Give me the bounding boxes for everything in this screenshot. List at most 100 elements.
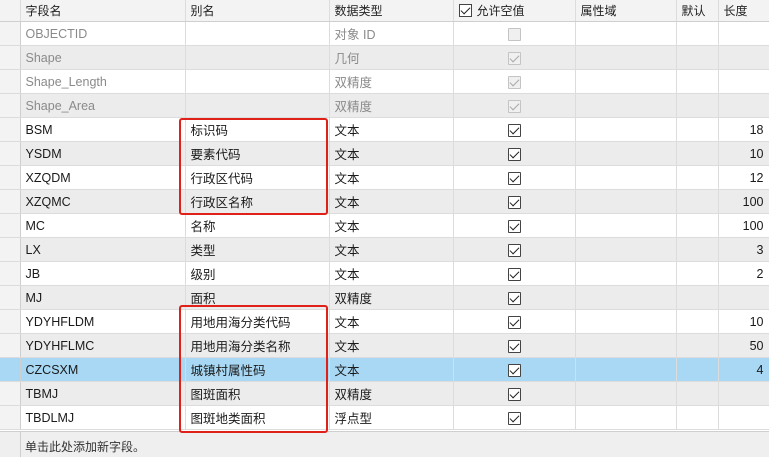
- table-row[interactable]: CZCSXM 城镇村属性码 文本 4: [0, 357, 769, 382]
- allow-null-checkbox[interactable]: [507, 147, 521, 161]
- length-cell[interactable]: 18: [718, 117, 769, 142]
- default-cell[interactable]: [676, 93, 719, 118]
- row-indicator[interactable]: [0, 237, 21, 262]
- data-type-cell[interactable]: 浮点型: [329, 405, 454, 430]
- row-indicator[interactable]: [0, 285, 21, 310]
- domain-cell[interactable]: [575, 237, 677, 262]
- allow-null-cell[interactable]: [453, 189, 576, 214]
- alias-cell[interactable]: 图斑地类面积: [185, 405, 330, 430]
- domain-cell[interactable]: [575, 189, 677, 214]
- allow-null-cell[interactable]: [453, 261, 576, 286]
- field-name-cell[interactable]: Shape_Area: [20, 93, 186, 118]
- allow-null-checkbox[interactable]: [507, 123, 521, 137]
- length-cell[interactable]: [718, 405, 769, 430]
- alias-cell[interactable]: 标识码: [185, 117, 330, 142]
- length-cell[interactable]: 100: [718, 189, 769, 214]
- data-type-cell[interactable]: 文本: [329, 141, 454, 166]
- row-indicator[interactable]: [0, 93, 21, 118]
- data-type-cell[interactable]: 双精度: [329, 93, 454, 118]
- column-header-field-name[interactable]: 字段名: [20, 0, 186, 22]
- table-row[interactable]: BSM 标识码 文本 18: [0, 117, 769, 142]
- domain-cell[interactable]: [575, 285, 677, 310]
- data-type-cell[interactable]: 文本: [329, 309, 454, 334]
- allow-null-checkbox[interactable]: [507, 267, 521, 281]
- default-cell[interactable]: [676, 333, 719, 358]
- field-name-cell[interactable]: JB: [20, 261, 186, 286]
- table-row[interactable]: MC 名称 文本 100: [0, 213, 769, 238]
- length-cell[interactable]: 10: [718, 309, 769, 334]
- allow-null-cell[interactable]: [453, 357, 576, 382]
- default-cell[interactable]: [676, 69, 719, 94]
- allow-null-checkbox[interactable]: [507, 411, 521, 425]
- length-cell[interactable]: [718, 69, 769, 94]
- alias-cell[interactable]: 要素代码: [185, 141, 330, 166]
- allow-null-checkbox[interactable]: [507, 387, 521, 401]
- field-name-cell[interactable]: TBDLMJ: [20, 405, 186, 430]
- row-indicator[interactable]: [0, 141, 21, 166]
- table-row[interactable]: MJ 面积 双精度: [0, 285, 769, 310]
- data-type-cell[interactable]: 双精度: [329, 381, 454, 406]
- data-type-cell[interactable]: 文本: [329, 333, 454, 358]
- default-cell[interactable]: [676, 45, 719, 70]
- row-indicator[interactable]: [0, 69, 21, 94]
- default-cell[interactable]: [676, 237, 719, 262]
- table-row[interactable]: XZQMC 行政区名称 文本 100: [0, 189, 769, 214]
- allow-null-checkbox[interactable]: [507, 315, 521, 329]
- row-indicator[interactable]: [0, 21, 21, 46]
- length-cell[interactable]: [718, 21, 769, 46]
- add-field-row[interactable]: 单击此处添加新字段。: [0, 431, 769, 457]
- domain-cell[interactable]: [575, 357, 677, 382]
- allow-null-cell[interactable]: [453, 381, 576, 406]
- row-indicator[interactable]: [0, 333, 21, 358]
- field-name-cell[interactable]: LX: [20, 237, 186, 262]
- alias-cell[interactable]: 用地用海分类名称: [185, 333, 330, 358]
- row-indicator[interactable]: [0, 189, 21, 214]
- add-field-hint[interactable]: 单击此处添加新字段。: [25, 438, 145, 455]
- field-name-cell[interactable]: BSM: [20, 117, 186, 142]
- row-indicator[interactable]: [0, 261, 21, 286]
- allow-null-cell[interactable]: [453, 69, 576, 94]
- allow-null-cell[interactable]: [453, 405, 576, 430]
- length-cell[interactable]: [718, 93, 769, 118]
- allow-null-checkbox[interactable]: [507, 243, 521, 257]
- row-indicator[interactable]: [0, 381, 21, 406]
- default-cell[interactable]: [676, 213, 719, 238]
- data-type-cell[interactable]: 文本: [329, 237, 454, 262]
- default-cell[interactable]: [676, 141, 719, 166]
- data-type-cell[interactable]: 文本: [329, 117, 454, 142]
- column-header-alias[interactable]: 别名: [185, 0, 330, 22]
- default-cell[interactable]: [676, 117, 719, 142]
- domain-cell[interactable]: [575, 381, 677, 406]
- alias-cell[interactable]: [185, 45, 330, 70]
- domain-cell[interactable]: [575, 261, 677, 286]
- alias-cell[interactable]: 行政区代码: [185, 165, 330, 190]
- allow-null-checkbox[interactable]: [507, 291, 521, 305]
- default-cell[interactable]: [676, 21, 719, 46]
- alias-cell[interactable]: 面积: [185, 285, 330, 310]
- domain-cell[interactable]: [575, 21, 677, 46]
- domain-cell[interactable]: [575, 69, 677, 94]
- allow-null-cell[interactable]: [453, 165, 576, 190]
- domain-cell[interactable]: [575, 93, 677, 118]
- domain-cell[interactable]: [575, 309, 677, 334]
- field-name-cell[interactable]: XZQMC: [20, 189, 186, 214]
- allow-null-cell[interactable]: [453, 333, 576, 358]
- table-row[interactable]: LX 类型 文本 3: [0, 237, 769, 262]
- allow-null-cell[interactable]: [453, 141, 576, 166]
- domain-cell[interactable]: [575, 117, 677, 142]
- field-name-cell[interactable]: YDYHFLDM: [20, 309, 186, 334]
- default-cell[interactable]: [676, 261, 719, 286]
- data-type-cell[interactable]: 文本: [329, 357, 454, 382]
- length-cell[interactable]: 10: [718, 141, 769, 166]
- field-name-cell[interactable]: CZCSXM: [20, 357, 186, 382]
- data-type-cell[interactable]: 几何: [329, 45, 454, 70]
- table-row[interactable]: Shape_Length 双精度: [0, 69, 769, 94]
- domain-cell[interactable]: [575, 141, 677, 166]
- allow-null-cell[interactable]: [453, 45, 576, 70]
- data-type-cell[interactable]: 文本: [329, 165, 454, 190]
- field-name-cell[interactable]: XZQDM: [20, 165, 186, 190]
- allow-null-cell[interactable]: [453, 21, 576, 46]
- length-cell[interactable]: 50: [718, 333, 769, 358]
- alias-cell[interactable]: 行政区名称: [185, 189, 330, 214]
- allow-null-cell[interactable]: [453, 237, 576, 262]
